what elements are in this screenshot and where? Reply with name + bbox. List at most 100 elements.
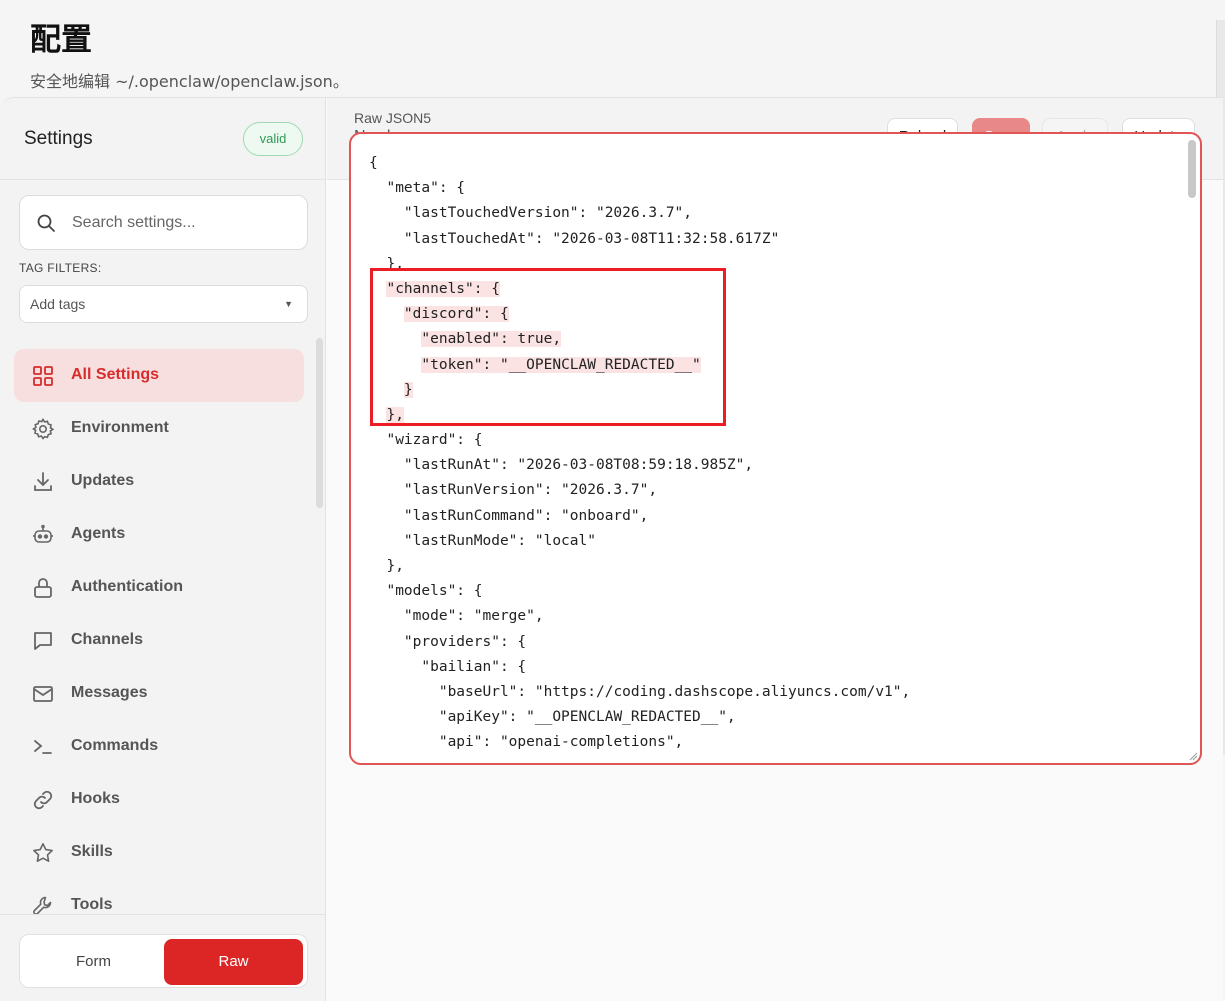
code-line[interactable]: "lastRunAt": "2026-03-08T08:59:18.985Z", xyxy=(369,453,1188,478)
code-line[interactable]: "api": "openai-completions", xyxy=(369,730,1188,755)
code-line[interactable]: "enabled": true, xyxy=(369,327,1188,352)
sidebar-item-authentication[interactable]: Authentication xyxy=(14,561,304,614)
raw-json5-label: Raw JSON5 xyxy=(354,110,432,126)
code-line-text: "lastTouchedAt": "2026-03-08T11:32:58.61… xyxy=(403,230,780,247)
code-content[interactable]: { "meta": { "lastTouchedVersion": "2026.… xyxy=(355,138,1188,761)
code-line-text: "models": [ xyxy=(439,760,535,762)
link-icon xyxy=(33,790,53,810)
code-line[interactable]: "bailian": { xyxy=(369,655,1188,680)
sidebar-item-all-settings[interactable]: All Settings xyxy=(14,349,304,402)
code-line[interactable]: "apiKey": "__OPENCLAW_REDACTED__", xyxy=(369,705,1188,730)
editor-scrollbar-track[interactable] xyxy=(1185,138,1198,761)
code-line-text: "meta": { xyxy=(386,180,466,197)
search-box xyxy=(19,195,308,250)
code-line-text: "lastRunMode": "local" xyxy=(403,532,596,549)
sidebar-item-label: Authentication xyxy=(71,578,183,595)
sidebar-footer: Form Raw xyxy=(0,914,325,1001)
code-line-text: "token": "__OPENCLAW_REDACTED__" xyxy=(421,356,701,373)
search-icon xyxy=(37,214,55,232)
page-subtitle: 安全地编辑 ~/.openclaw/openclaw.json。 xyxy=(30,72,349,91)
code-line-text: }, xyxy=(386,255,404,272)
sidebar: Settings valid TAG FILTERS: Add tags ▼ A… xyxy=(0,98,326,1001)
code-line-text: "models": { xyxy=(386,583,483,600)
sidebar-item-agents[interactable]: Agents xyxy=(14,508,304,561)
tag-filter-select[interactable]: Add tags ▼ xyxy=(19,285,308,323)
code-line[interactable]: "lastRunVersion": "2026.3.7", xyxy=(369,478,1188,503)
form-mode-button[interactable]: Form xyxy=(24,939,163,985)
code-line-text: "lastTouchedVersion": "2026.3.7", xyxy=(403,205,693,222)
editor-scrollbar-thumb[interactable] xyxy=(1188,140,1196,198)
star-icon xyxy=(33,843,53,862)
sidebar-item-label: Agents xyxy=(71,525,126,542)
sidebar-item-label: Skills xyxy=(71,843,113,860)
code-line[interactable]: "mode": "merge", xyxy=(369,604,1188,629)
code-line-text: "lastRunCommand": "onboard", xyxy=(403,507,649,524)
code-line[interactable]: }, xyxy=(369,403,1188,428)
code-line[interactable]: "providers": { xyxy=(369,630,1188,655)
code-line-text: "discord": { xyxy=(403,306,509,323)
dropdown-caret-icon: ▼ xyxy=(284,299,293,309)
editor-mode-switch: Form Raw xyxy=(19,934,308,988)
code-line-text: "baseUrl": "https://coding.dashscope.ali… xyxy=(438,683,911,700)
sidebar-item-label: Environment xyxy=(71,419,169,436)
code-line-text: "enabled": true, xyxy=(421,331,562,348)
sidebar-header: Settings valid xyxy=(0,98,325,180)
code-line[interactable]: "meta": { xyxy=(369,176,1188,201)
code-line[interactable]: "token": "__OPENCLAW_REDACTED__" xyxy=(369,353,1188,378)
code-line[interactable]: } xyxy=(369,378,1188,403)
grid-icon xyxy=(33,366,53,386)
code-line[interactable]: "lastRunMode": "local" xyxy=(369,529,1188,554)
mail-icon xyxy=(33,686,53,702)
sidebar-item-label: Updates xyxy=(71,472,135,489)
sidebar-title: Settings xyxy=(24,128,93,149)
code-line-text: }, xyxy=(386,558,404,574)
code-line-text: }, xyxy=(386,406,404,423)
download-icon xyxy=(34,472,52,491)
resize-handle-icon[interactable] xyxy=(1188,751,1198,761)
sidebar-item-skills[interactable]: Skills xyxy=(14,826,304,879)
tag-filters-label: TAG FILTERS: xyxy=(19,261,102,275)
sidebar-scrollbar[interactable] xyxy=(316,338,323,508)
sidebar-item-label: Channels xyxy=(71,631,144,648)
tag-select-value: Add tags xyxy=(30,296,86,312)
raw-mode-button[interactable]: Raw xyxy=(164,939,303,985)
page-header: 配置 安全地编辑 ~/.openclaw/openclaw.json。 xyxy=(30,20,349,92)
valid-status-badge: valid xyxy=(243,122,303,156)
code-line[interactable]: }, xyxy=(369,554,1188,579)
code-line[interactable]: }, xyxy=(369,252,1188,277)
code-line-text: "lastRunAt": "2026-03-08T08:59:18.985Z", xyxy=(403,457,754,474)
sidebar-item-label: Commands xyxy=(71,737,159,754)
code-line-text: "providers": { xyxy=(403,633,527,650)
sidebar-item-messages[interactable]: Messages xyxy=(14,667,304,720)
sidebar-item-updates[interactable]: Updates xyxy=(14,455,304,508)
code-line[interactable]: "lastRunCommand": "onboard", xyxy=(369,504,1188,529)
settings-nav: All Settings Environment Updates Agents … xyxy=(14,349,304,932)
gear-icon xyxy=(32,418,55,440)
lock-icon xyxy=(34,578,52,598)
code-line-text: { xyxy=(369,155,378,171)
code-line[interactable]: "models": [ xyxy=(369,756,1188,762)
robot-icon xyxy=(33,524,53,543)
code-line[interactable]: "wizard": { xyxy=(369,428,1188,453)
sidebar-item-environment[interactable]: Environment xyxy=(14,402,304,455)
sidebar-item-hooks[interactable]: Hooks xyxy=(14,773,304,826)
search-input[interactable] xyxy=(72,196,297,249)
code-line-text: "mode": "merge", xyxy=(403,608,544,625)
code-line-text: "lastRunVersion": "2026.3.7", xyxy=(403,482,658,499)
sidebar-item-label: Hooks xyxy=(71,790,120,807)
code-line[interactable]: "models": { xyxy=(369,579,1188,604)
sidebar-item-label: Messages xyxy=(71,684,148,701)
chat-bubble-icon xyxy=(34,632,52,650)
sidebar-item-channels[interactable]: Channels xyxy=(14,614,304,667)
code-line[interactable]: { xyxy=(369,151,1188,176)
code-line-text: "api": "openai-completions", xyxy=(438,734,684,751)
sidebar-item-commands[interactable]: Commands xyxy=(14,720,304,773)
code-line[interactable]: "baseUrl": "https://coding.dashscope.ali… xyxy=(369,680,1188,705)
code-line[interactable]: "lastTouchedVersion": "2026.3.7", xyxy=(369,201,1188,226)
code-line[interactable]: "channels": { xyxy=(369,277,1188,302)
code-line-text: "apiKey": "__OPENCLAW_REDACTED__", xyxy=(438,709,736,726)
code-line-text: } xyxy=(403,381,413,398)
code-line[interactable]: "lastTouchedAt": "2026-03-08T11:32:58.61… xyxy=(369,227,1188,252)
raw-json-editor[interactable]: { "meta": { "lastTouchedVersion": "2026.… xyxy=(349,132,1202,765)
code-line[interactable]: "discord": { xyxy=(369,302,1188,327)
